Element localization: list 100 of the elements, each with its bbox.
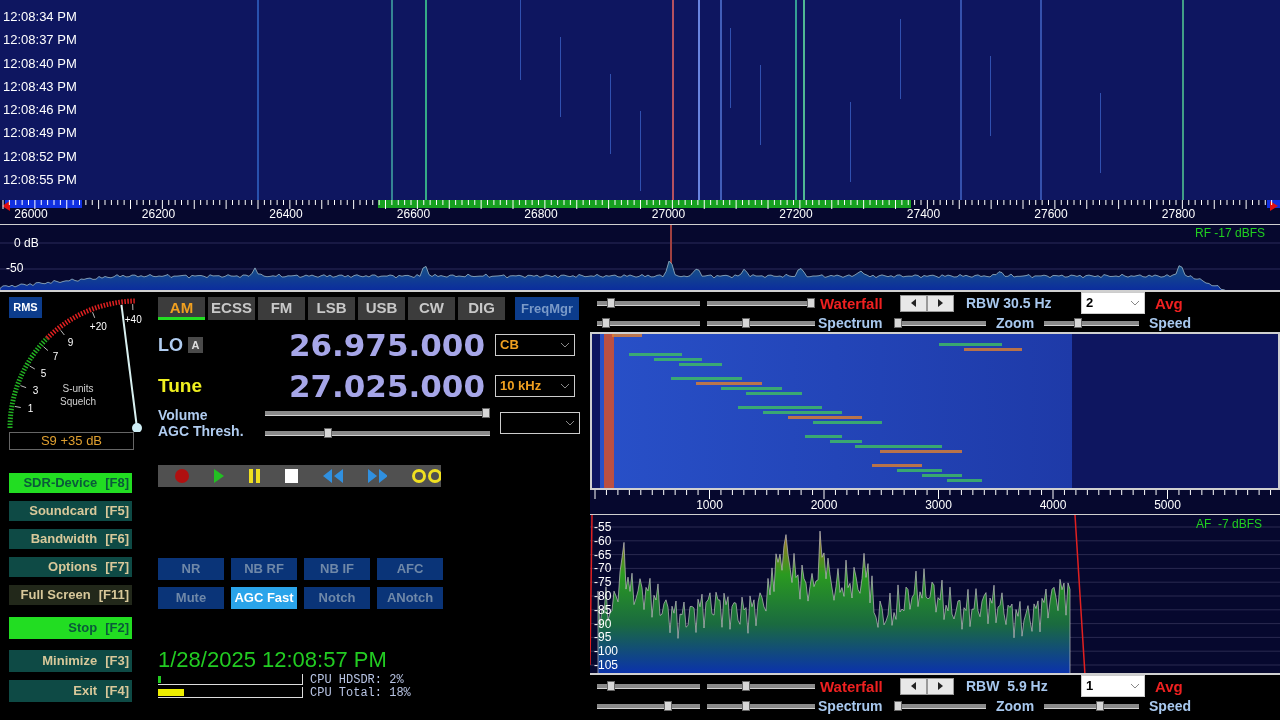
db-label: -105	[594, 658, 619, 673]
scroll-right-button[interactable]	[927, 294, 954, 312]
slider-track[interactable]	[707, 318, 815, 328]
frequency-label: 2000	[810, 499, 838, 511]
menu-button[interactable]: Bandwidth [F6]	[9, 529, 132, 549]
rbw-label: RBW 5.9 Hz	[966, 679, 1049, 693]
slider-thumb[interactable]	[807, 298, 815, 308]
speed-label: Speed	[1149, 316, 1191, 330]
chevron-down-icon	[1130, 300, 1140, 306]
slider-track[interactable]	[265, 428, 490, 438]
slider-track[interactable]	[1044, 701, 1139, 711]
slider-track[interactable]	[597, 701, 700, 711]
dsp-toggle-button[interactable]: NB IF	[304, 558, 370, 580]
slider-thumb[interactable]	[323, 428, 332, 438]
db-label: -50	[6, 262, 24, 274]
date-time: 1/28/2025 12:08:57 PM	[158, 647, 388, 673]
slider-thumb[interactable]	[601, 318, 610, 328]
slider-thumb[interactable]	[742, 318, 750, 328]
menu-button[interactable]: Soundcard [F5]	[9, 501, 132, 521]
lo-label: LO	[158, 333, 184, 357]
chevron-down-icon	[565, 420, 575, 426]
scroll-right-button[interactable]	[927, 677, 954, 695]
slider-thumb[interactable]	[606, 298, 615, 308]
dropdown[interactable]	[500, 412, 580, 434]
spectrum-label: Spectrum	[818, 699, 884, 713]
lo-badge: A	[188, 337, 203, 353]
chevron-down-icon	[560, 342, 570, 348]
mode-tab[interactable]: CW	[408, 297, 455, 320]
timestamp: 12:08:46 PM	[3, 101, 78, 120]
menu-button[interactable]: Full Screen [F11]	[9, 585, 132, 605]
slider-track[interactable]	[1044, 318, 1139, 328]
db-label: -55	[594, 521, 613, 535]
frequency-label: 26400	[269, 208, 303, 220]
signal-reading: S9 +35 dB	[9, 432, 134, 450]
slider-thumb[interactable]	[894, 318, 902, 328]
caret-right-icon	[938, 682, 943, 690]
slider-track[interactable]	[707, 681, 815, 691]
slider-track[interactable]	[597, 681, 700, 691]
slider-thumb[interactable]	[742, 701, 750, 711]
waterfall-label: Waterfall	[820, 678, 884, 694]
scroll-left-button[interactable]	[900, 677, 927, 695]
play-icon[interactable]	[212, 468, 225, 484]
dsp-toggle-button[interactable]: NR	[158, 558, 224, 580]
db-label: -100	[594, 645, 619, 659]
scale-label: +40	[124, 315, 142, 326]
chevron-down-icon	[560, 383, 570, 389]
mode-tab[interactable]: LSB	[308, 297, 355, 320]
db-label: -75	[594, 576, 613, 590]
slider-track[interactable]	[707, 701, 815, 711]
slider-track[interactable]	[707, 298, 815, 308]
db-label: -70	[594, 562, 613, 577]
slider-thumb[interactable]	[1074, 318, 1083, 328]
mode-tab[interactable]: USB	[358, 297, 405, 320]
pause-icon[interactable]	[248, 469, 262, 483]
frequency-label: 27000	[651, 208, 686, 220]
zoom-label: Zoom	[996, 699, 1036, 713]
mode-tab[interactable]: AM	[158, 297, 205, 320]
caret-left-icon	[911, 682, 916, 690]
dsp-toggle-button[interactable]: Mute	[158, 587, 224, 609]
tune-frequency: 27.025.000	[287, 370, 485, 402]
meter-caption: Squelch	[60, 395, 97, 408]
dropdown[interactable]: 1	[1081, 675, 1145, 697]
scale-label: 3	[32, 386, 39, 397]
menu-button[interactable]: Stop [F2]	[9, 617, 132, 639]
slider-thumb[interactable]	[663, 701, 672, 711]
af-level-reading: AF -7 dBFS	[1195, 518, 1262, 530]
slider-track[interactable]	[894, 701, 986, 711]
frequency-label: 27400	[906, 208, 941, 220]
frequency-label: 4000	[1039, 499, 1067, 511]
db-label: -90	[594, 617, 613, 632]
dropdown[interactable]: 2	[1081, 292, 1145, 314]
slider-thumb[interactable]	[482, 408, 490, 418]
db-label: -60	[594, 534, 613, 549]
dsp-toggle-button[interactable]: Notch	[304, 587, 370, 609]
scroll-left-button[interactable]	[900, 294, 927, 312]
frequency-manager-button[interactable]: FreqMgr	[515, 297, 579, 320]
menu-button[interactable]: Minimize [F3]	[9, 650, 132, 672]
mode-tab[interactable]: DIG	[458, 297, 505, 320]
slider-thumb[interactable]	[1096, 701, 1105, 711]
slider-thumb[interactable]	[606, 681, 615, 691]
slider-thumb[interactable]	[742, 681, 750, 691]
dropdown[interactable]: 10 kHz	[495, 375, 575, 397]
slider-track[interactable]	[597, 298, 700, 308]
slider-track[interactable]	[894, 318, 986, 328]
stop-icon[interactable]	[285, 469, 299, 483]
mode-tab[interactable]: FM	[258, 297, 305, 320]
slider-track[interactable]	[265, 408, 490, 418]
dsp-toggle-button[interactable]: ANotch	[377, 587, 443, 609]
db-label: -65	[594, 548, 613, 563]
mode-tab[interactable]: ECSS	[208, 297, 255, 320]
menu-button[interactable]: SDR-Device [F8]	[9, 473, 132, 493]
menu-button[interactable]: Options [F7]	[9, 557, 132, 577]
loop-icon[interactable]	[411, 469, 441, 483]
menu-button[interactable]: Exit [F4]	[9, 680, 132, 702]
dsp-toggle-button[interactable]: AFC	[377, 558, 443, 580]
dsp-toggle-button[interactable]: NB RF	[231, 558, 297, 580]
rms-button[interactable]: RMS	[9, 297, 42, 318]
slider-thumb[interactable]	[894, 701, 902, 711]
dropdown[interactable]: CB	[495, 334, 575, 356]
slider-track[interactable]	[597, 318, 700, 328]
